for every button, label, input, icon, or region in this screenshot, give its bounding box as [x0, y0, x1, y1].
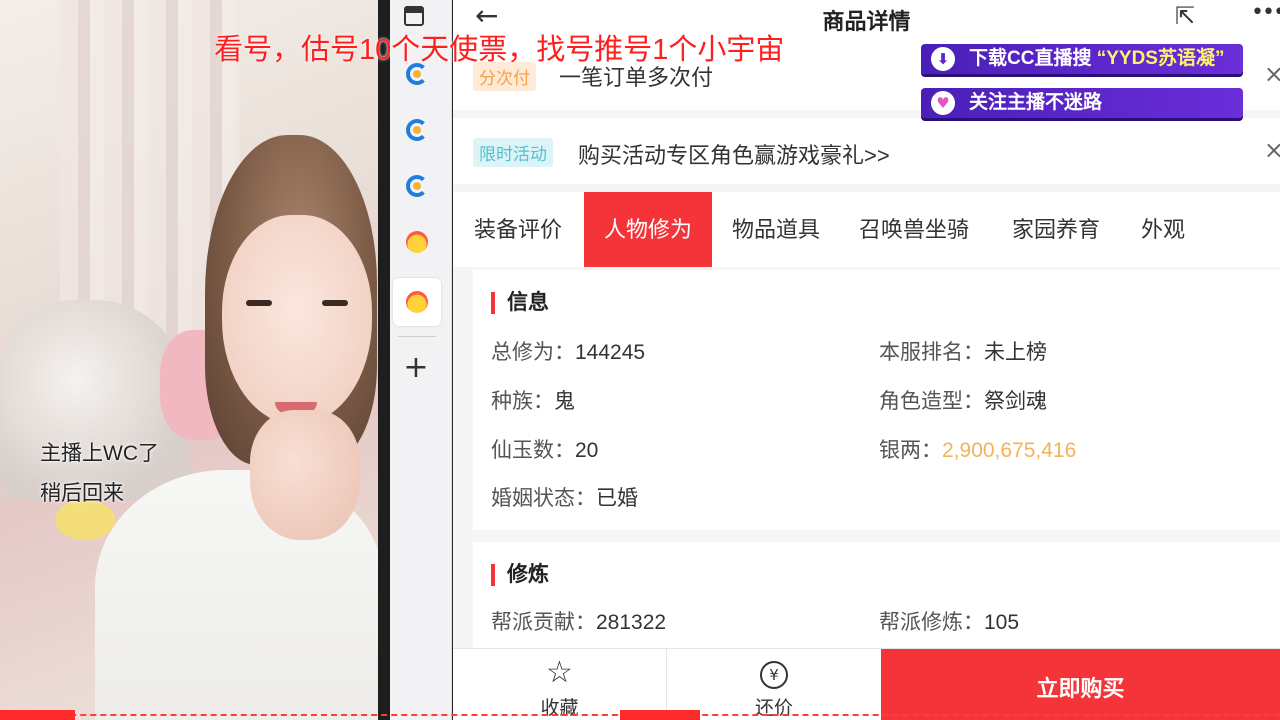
browser-tab[interactable] — [393, 106, 441, 154]
overlay-red-mark — [0, 710, 75, 720]
server-rank-label: 本服排名： — [879, 341, 984, 364]
cc-icon — [406, 175, 428, 197]
stream-overlay-title: 看号，估号10个天使票，找号推号1个小宇宙 — [214, 34, 785, 66]
total-cultivation: 总修为：144245 — [491, 336, 645, 366]
silver: 银两：2,900,675,416 — [879, 434, 1076, 464]
follow-banner-text: 关注主播不迷路 — [969, 92, 1103, 113]
info-heading: 信息 — [491, 292, 549, 314]
streamer-eye — [322, 300, 348, 306]
browser-tab[interactable] — [393, 218, 441, 266]
cam-status-line2: 稍后回来 — [40, 482, 124, 505]
jade-count-label: 仙玉数： — [491, 439, 575, 462]
download-banner: ⬇ 下载CC直播搜 “YYDS苏语凝” — [921, 44, 1243, 74]
heart-icon: ♥ — [931, 91, 955, 115]
more-icon[interactable]: ••• — [1251, 0, 1280, 25]
race-value: 鬼 — [554, 390, 575, 413]
yen-icon: ¥ — [760, 661, 788, 689]
silver-value: 2,900,675,416 — [942, 439, 1077, 462]
tab-appearance[interactable]: 外观 — [1128, 192, 1198, 267]
character-model: 角色造型：祭剑魂 — [879, 385, 1047, 415]
streamer-face — [222, 215, 372, 425]
new-tab-button[interactable]: + — [400, 352, 432, 384]
jade-count-value: 20 — [575, 439, 599, 462]
guild-contribution-label: 帮派贡献： — [491, 611, 596, 634]
promo-row[interactable]: 限时活动 购买活动专区角色赢游戏豪礼>> × — [453, 118, 1280, 184]
marriage-status-label: 婚姻状态： — [491, 487, 596, 510]
jade-count: 仙玉数：20 — [491, 434, 598, 464]
bottom-action-bar: ☆ 收藏 ¥ 还价 立即购买 — [453, 648, 1280, 720]
browser-tab-active[interactable] — [393, 278, 441, 326]
window-icon[interactable] — [404, 6, 424, 26]
race-label: 种族： — [491, 390, 554, 413]
follow-banner: ♥ 关注主播不迷路 — [921, 88, 1243, 118]
overlay-red-mark — [620, 710, 700, 720]
streamer-eye — [246, 300, 272, 306]
cam-status-text: 主播上WC了 稍后回来 — [40, 434, 159, 514]
total-cultivation-label: 总修为： — [491, 341, 575, 364]
cam-status-line1: 主播上WC了 — [40, 442, 159, 465]
promo-text: 购买活动专区角色赢游戏豪礼>> — [578, 143, 890, 168]
race: 种族：鬼 — [491, 385, 575, 415]
download-icon: ⬇ — [931, 47, 955, 71]
guild-contribution: 帮派贡献：281322 — [491, 606, 666, 636]
category-tabs: 装备评价 人物修为 物品道具 召唤兽坐骑 家园养育 外观 — [453, 192, 1280, 267]
tab-home[interactable]: 家园养育 — [1001, 192, 1111, 267]
buy-now-button[interactable]: 立即购买 — [881, 649, 1280, 720]
streamer-hand — [250, 410, 360, 540]
panel-divider — [378, 0, 390, 720]
cc-icon — [406, 119, 428, 141]
tab-equipment[interactable]: 装备评价 — [463, 192, 573, 267]
character-model-value: 祭剑魂 — [984, 390, 1047, 413]
tab-separator — [398, 336, 436, 337]
character-model-label: 角色造型： — [879, 390, 984, 413]
guild-training-label: 帮派修炼： — [879, 611, 984, 634]
tab-pets-mounts[interactable]: 召唤兽坐骑 — [847, 192, 981, 267]
total-cultivation-value: 144245 — [575, 341, 646, 364]
guild-contribution-value: 281322 — [596, 611, 667, 634]
promo-badge: 限时活动 — [473, 138, 553, 167]
guild-training-value: 105 — [984, 611, 1020, 634]
download-banner-highlight: “YYDS苏语凝” — [1096, 48, 1225, 69]
silver-label: 银两： — [879, 439, 942, 462]
chick-icon — [406, 291, 428, 313]
download-banner-text: 下载CC直播搜 — [969, 48, 1097, 69]
star-icon: ☆ — [546, 655, 573, 690]
share-icon[interactable]: ⇱ — [1175, 2, 1203, 30]
webcam-feed: 主播上WC了 稍后回来 — [0, 0, 378, 720]
training-card: 修炼 帮派贡献：281322 帮派修炼：105 — [473, 542, 1280, 652]
server-rank-value: 未上榜 — [984, 341, 1047, 364]
tab-items[interactable]: 物品道具 — [721, 192, 831, 267]
server-rank: 本服排名：未上榜 — [879, 336, 1047, 366]
close-icon[interactable]: × — [1264, 60, 1280, 88]
browser-tab[interactable] — [393, 162, 441, 210]
training-heading: 修炼 — [491, 564, 549, 586]
close-icon[interactable]: × — [1264, 136, 1280, 164]
tab-character-cultivation[interactable]: 人物修为 — [584, 192, 712, 267]
marriage-status: 婚姻状态：已婚 — [491, 482, 638, 512]
info-card: 信息 总修为：144245 本服排名：未上榜 种族：鬼 角色造型：祭剑魂 仙玉数… — [473, 270, 1280, 530]
chick-icon — [406, 231, 428, 253]
guild-training: 帮派修炼：105 — [879, 606, 1019, 636]
marriage-status-value: 已婚 — [596, 487, 638, 510]
